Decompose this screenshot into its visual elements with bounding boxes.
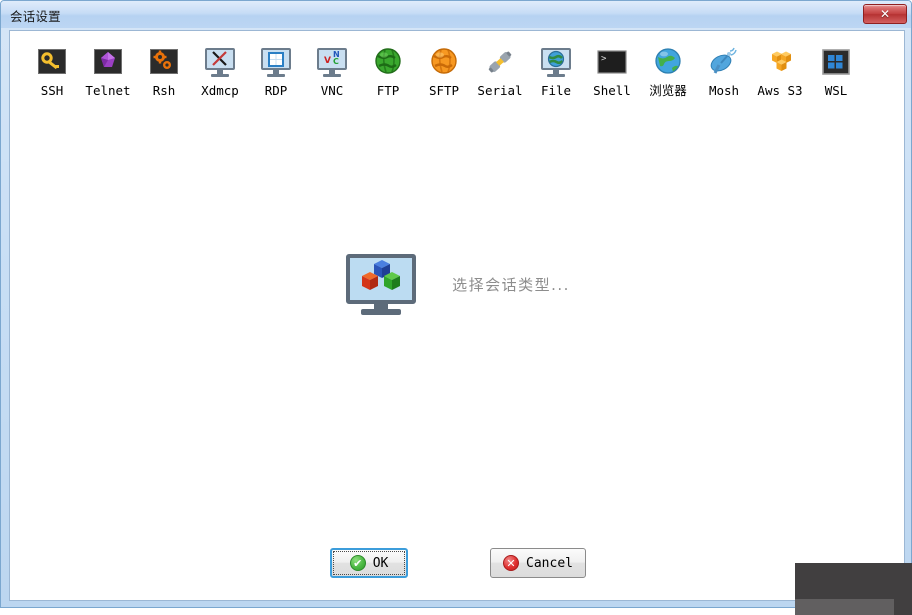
- session-type-sftp[interactable]: SFTP: [416, 46, 472, 98]
- ok-button[interactable]: ✔ OK: [330, 548, 409, 578]
- session-type-browser[interactable]: 浏览器: [640, 46, 696, 98]
- session-type-file[interactable]: File: [528, 46, 584, 98]
- session-type-toolbar: SSH Telnet Rsh Xdmcp RDP V N C VNC FTP S…: [10, 46, 906, 121]
- monitor-x-icon: [204, 46, 236, 78]
- close-icon: ✕: [879, 7, 891, 21]
- placeholder-text: 选择会话类型...: [452, 276, 570, 294]
- satellite-dish-icon: [708, 46, 740, 78]
- session-type-label: Aws S3: [757, 83, 803, 98]
- title-bar: 会话设置 ✕: [1, 1, 911, 28]
- session-type-label: Rsh: [152, 83, 176, 98]
- key-icon: [36, 46, 68, 78]
- screen-overlay-artifact: [795, 563, 912, 615]
- session-type-xdmcp[interactable]: Xdmcp: [192, 46, 248, 98]
- session-settings-window: 会话设置 ✕ SSH Telnet Rsh Xdmcp RDP V N C VN…: [0, 0, 912, 608]
- session-type-label: VNC: [320, 83, 344, 98]
- check-circle-icon: ✔: [349, 555, 366, 571]
- session-type-shell[interactable]: > Shell: [584, 46, 640, 98]
- cancel-button[interactable]: ✕ Cancel: [490, 548, 586, 578]
- session-type-vnc[interactable]: V N C VNC: [304, 46, 360, 98]
- ok-button-label: OK: [372, 555, 389, 571]
- svg-text:>: >: [601, 54, 607, 64]
- session-type-label: Xdmcp: [201, 83, 239, 98]
- dialog-button-bar: ✔ OK ✕ Cancel: [10, 548, 906, 578]
- session-type-ftp[interactable]: FTP: [360, 46, 416, 98]
- session-type-label: Mosh: [708, 83, 740, 98]
- dialog-client-area: SSH Telnet Rsh Xdmcp RDP V N C VNC FTP S…: [9, 30, 905, 601]
- session-type-label: File: [540, 83, 572, 98]
- blue-globe-icon: [652, 46, 684, 78]
- gears-icon: [148, 46, 180, 78]
- svg-text:V: V: [324, 56, 331, 66]
- session-type-label: RDP: [264, 83, 288, 98]
- session-type-serial[interactable]: Serial: [472, 46, 528, 98]
- cancel-button-label: Cancel: [526, 555, 573, 571]
- session-type-rsh[interactable]: Rsh: [136, 46, 192, 98]
- plug-connector-icon: [484, 46, 516, 78]
- terminal-icon: >: [596, 46, 628, 78]
- monitor-vnc-icon: V N C: [316, 46, 348, 78]
- session-type-rdp[interactable]: RDP: [248, 46, 304, 98]
- session-type-telnet[interactable]: Telnet: [80, 46, 136, 98]
- focus-indicator: [333, 551, 406, 575]
- session-type-label: Shell: [593, 83, 631, 98]
- monitor-globe-icon: [540, 46, 572, 78]
- session-type-label: SSH: [40, 83, 64, 98]
- monitor-windows-icon: [260, 46, 292, 78]
- session-type-aws-s3[interactable]: Aws S3: [752, 46, 808, 98]
- session-type-wsl[interactable]: WSL: [808, 46, 864, 98]
- session-type-label: Telnet: [85, 83, 131, 98]
- session-type-ssh[interactable]: SSH: [24, 46, 80, 98]
- svg-text:C: C: [333, 57, 339, 66]
- session-type-label: SFTP: [428, 83, 460, 98]
- x-circle-icon: ✕: [503, 555, 520, 571]
- session-type-label: 浏览器: [649, 83, 687, 98]
- orange-globe-icon: [428, 46, 460, 78]
- session-type-label: Serial: [477, 83, 523, 98]
- close-button[interactable]: ✕: [863, 4, 907, 24]
- window-title: 会话设置: [10, 9, 61, 24]
- aws-cubes-icon: [764, 46, 796, 78]
- session-type-label: WSL: [824, 83, 848, 98]
- gem-icon: [92, 46, 124, 78]
- overlay-notch: [894, 599, 912, 615]
- session-type-mosh[interactable]: Mosh: [696, 46, 752, 98]
- windows-tile-icon: [820, 46, 852, 78]
- session-type-label: FTP: [376, 83, 400, 98]
- monitor-cubes-icon: [346, 253, 418, 316]
- green-globe-icon: [372, 46, 404, 78]
